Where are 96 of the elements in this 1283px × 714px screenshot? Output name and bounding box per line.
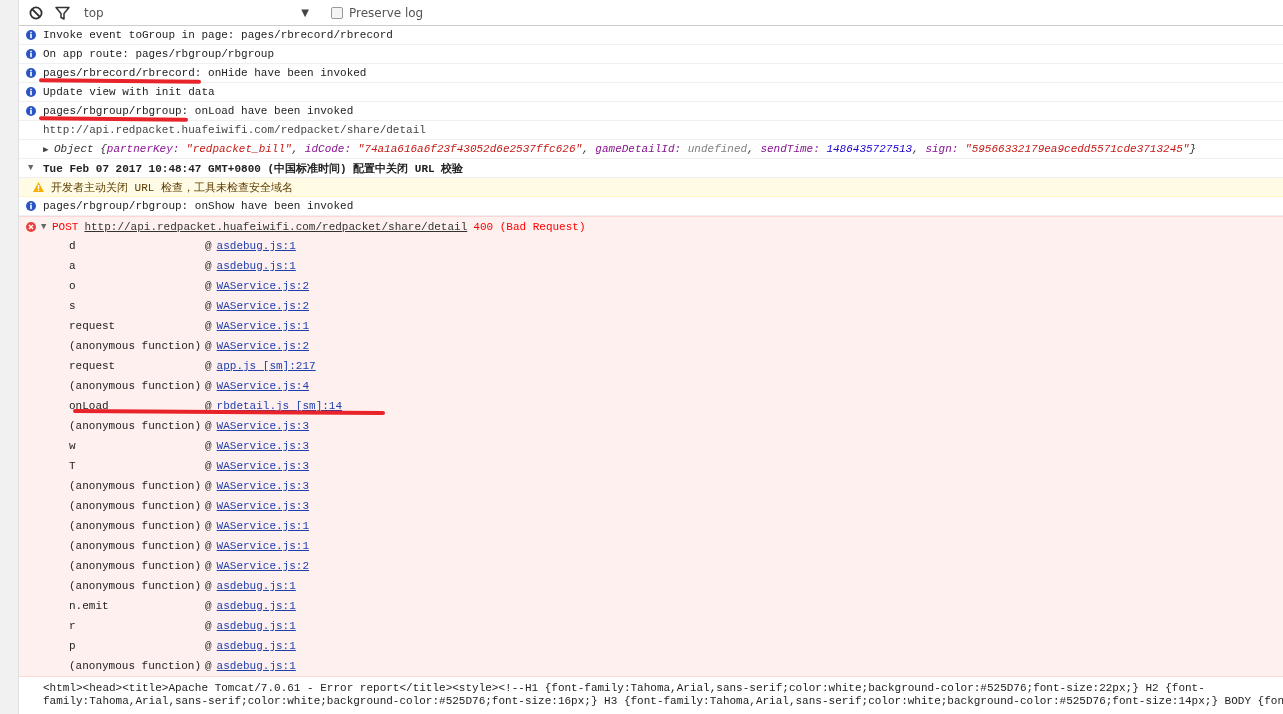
preserve-log-label[interactable]: Preserve log xyxy=(349,5,424,20)
at-sign: @ xyxy=(205,480,212,492)
at-sign: @ xyxy=(205,300,212,312)
warning-icon xyxy=(33,182,44,192)
source-link[interactable]: WAService.js:3 xyxy=(216,460,310,472)
info-icon xyxy=(26,30,36,40)
source-link[interactable]: WAService.js:1 xyxy=(216,320,310,332)
expand-toggle[interactable]: ▼ xyxy=(41,221,52,232)
at-sign: @ xyxy=(205,240,212,252)
at-sign: @ xyxy=(205,520,212,532)
source-link[interactable]: WAService.js:3 xyxy=(216,500,310,512)
preserve-log-checkbox[interactable] xyxy=(331,6,343,19)
function-name: (anonymous function) xyxy=(69,660,203,672)
at-sign: @ xyxy=(205,580,212,592)
clear-icon[interactable] xyxy=(29,5,43,20)
info-icon xyxy=(26,106,36,116)
function-name: d xyxy=(69,240,77,252)
function-name: (anonymous function) xyxy=(69,540,203,552)
source-link[interactable]: WAService.js:2 xyxy=(216,300,310,312)
source-link[interactable]: WAService.js:3 xyxy=(216,480,310,492)
source-link[interactable]: rbdetail.js [sm]:14 xyxy=(216,400,343,412)
request-method: POST xyxy=(52,220,79,233)
function-name: request xyxy=(69,360,117,372)
log-message: Update view with init data xyxy=(43,86,215,98)
log-message: On app route: pages/rbgroup/rbgroup xyxy=(43,48,275,60)
object-preview[interactable]: Object {partnerKey: "redpacket_bill", idCode: "74a1a616a6f23f43052d6e2537ffc626", gameDetailId: undefined, sendTime: 1486435727513, sign: "59566332179ea9cedd5571cde3713245"} xyxy=(54,143,1197,155)
log-message: Invoke event toGroup in page: pages/rbrecord/rbrecord xyxy=(43,29,393,41)
response-text: family:Tahoma,Arial,sans-serif;color:white;background-color:#525D76;font-size:16px;} H3 {font-family:Tahoma,Arial,sans-serif;color:white;background-color:#525D76;font-size:14px;} BODY {fon xyxy=(43,695,1283,708)
at-sign: @ xyxy=(205,280,212,292)
source-link[interactable]: WAService.js:2 xyxy=(216,560,310,572)
function-name: (anonymous function) xyxy=(69,380,203,392)
error-icon xyxy=(26,221,36,232)
function-name: o xyxy=(69,280,77,292)
source-link[interactable]: WAService.js:1 xyxy=(216,520,310,532)
function-name: (anonymous function) xyxy=(69,420,203,432)
function-name: w xyxy=(69,440,77,452)
source-link[interactable]: WAService.js:3 xyxy=(216,440,310,452)
at-sign: @ xyxy=(205,620,212,632)
at-sign: @ xyxy=(205,360,212,372)
function-name: (anonymous function) xyxy=(69,520,203,532)
expand-toggle[interactable]: ▼ xyxy=(28,163,39,173)
function-name: onLoad xyxy=(69,400,110,412)
at-sign: @ xyxy=(205,340,212,352)
function-name: T xyxy=(69,460,77,472)
log-message: pages/rbrecord/rbrecord: onHide have been invoked xyxy=(43,67,367,79)
log-message: pages/rbgroup/rbgroup: onLoad have been invoked xyxy=(43,105,354,117)
at-sign: @ xyxy=(205,440,212,452)
request-url-link[interactable]: http://api.redpacket.huafeiwifi.com/redpacket/share/detail xyxy=(84,220,468,233)
log-message: http://api.redpacket.huafeiwifi.com/redpacket/share/detail xyxy=(43,124,426,136)
function-name: (anonymous function) xyxy=(69,580,203,592)
source-link[interactable]: asdebug.js:1 xyxy=(216,640,296,652)
source-link[interactable]: asdebug.js:1 xyxy=(216,240,296,252)
at-sign: @ xyxy=(205,640,212,652)
source-link[interactable]: WAService.js:1 xyxy=(216,540,310,552)
info-icon xyxy=(26,49,36,59)
function-name: request xyxy=(69,320,117,332)
filter-icon[interactable] xyxy=(55,5,70,20)
source-link[interactable]: asdebug.js:1 xyxy=(216,660,296,672)
source-link[interactable]: WAService.js:3 xyxy=(216,420,310,432)
source-link[interactable]: WAService.js:2 xyxy=(216,340,310,352)
at-sign: @ xyxy=(205,500,212,512)
request-status: 400 (Bad Request) xyxy=(473,220,586,233)
at-sign: @ xyxy=(205,460,212,472)
source-link[interactable]: asdebug.js:1 xyxy=(216,260,296,272)
warning-message: 开发者主动关闭 URL 检查，工具未检查安全域名 xyxy=(51,180,293,195)
source-link[interactable]: asdebug.js:1 xyxy=(216,600,296,612)
at-sign: @ xyxy=(205,320,212,332)
source-link[interactable]: asdebug.js:1 xyxy=(216,580,296,592)
source-link[interactable]: app.js [sm]:217 xyxy=(216,360,316,372)
at-sign: @ xyxy=(205,420,212,432)
at-sign: @ xyxy=(205,540,212,552)
source-link[interactable]: asdebug.js:1 xyxy=(216,620,296,632)
function-name: a xyxy=(69,260,77,272)
log-message: pages/rbgroup/rbgroup: onShow have been invoked xyxy=(43,200,354,212)
expand-toggle[interactable]: ▶ xyxy=(43,143,54,155)
context-select[interactable]: top ▼ xyxy=(84,5,309,20)
at-sign: @ xyxy=(205,660,212,672)
function-name: (anonymous function) xyxy=(69,340,203,352)
function-name: (anonymous function) xyxy=(69,480,203,492)
response-text: <html><head><title>Apache Tomcat/7.0.61 - Error report</title><style><!--H1 {font-family:Tahoma,Arial,sans-serif;color:white;background-color:#525D76;font-size:22px;} H2 {font- xyxy=(43,682,1206,695)
source-link[interactable]: WAService.js:4 xyxy=(216,380,310,392)
info-icon xyxy=(26,201,36,211)
function-name: (anonymous function) xyxy=(69,500,203,512)
function-name: s xyxy=(69,300,77,312)
function-name: (anonymous function) xyxy=(69,560,203,572)
at-sign: @ xyxy=(205,380,212,392)
source-link[interactable]: WAService.js:2 xyxy=(216,280,310,292)
at-sign: @ xyxy=(205,600,212,612)
at-sign: @ xyxy=(205,560,212,572)
info-icon xyxy=(26,87,36,97)
info-icon xyxy=(26,68,36,78)
function-name: p xyxy=(69,640,77,652)
group-title[interactable]: Tue Feb 07 2017 10:48:47 GMT+0800 (中国标准时间) 配置中关闭 URL 校验 xyxy=(43,160,464,176)
function-name: n.emit xyxy=(69,600,110,612)
function-name: r xyxy=(69,620,77,632)
at-sign: @ xyxy=(205,260,212,272)
